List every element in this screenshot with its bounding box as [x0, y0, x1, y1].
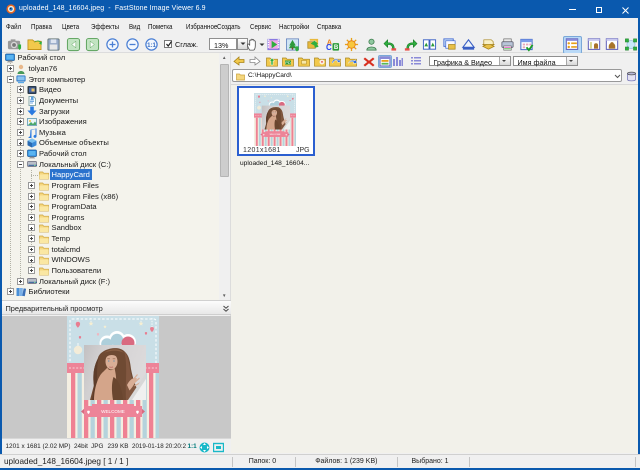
- svg-text:B: B: [333, 44, 338, 51]
- svg-text:1:1: 1:1: [147, 42, 156, 49]
- svg-text:C: C: [325, 43, 331, 52]
- svg-text:PD: PD: [285, 60, 291, 65]
